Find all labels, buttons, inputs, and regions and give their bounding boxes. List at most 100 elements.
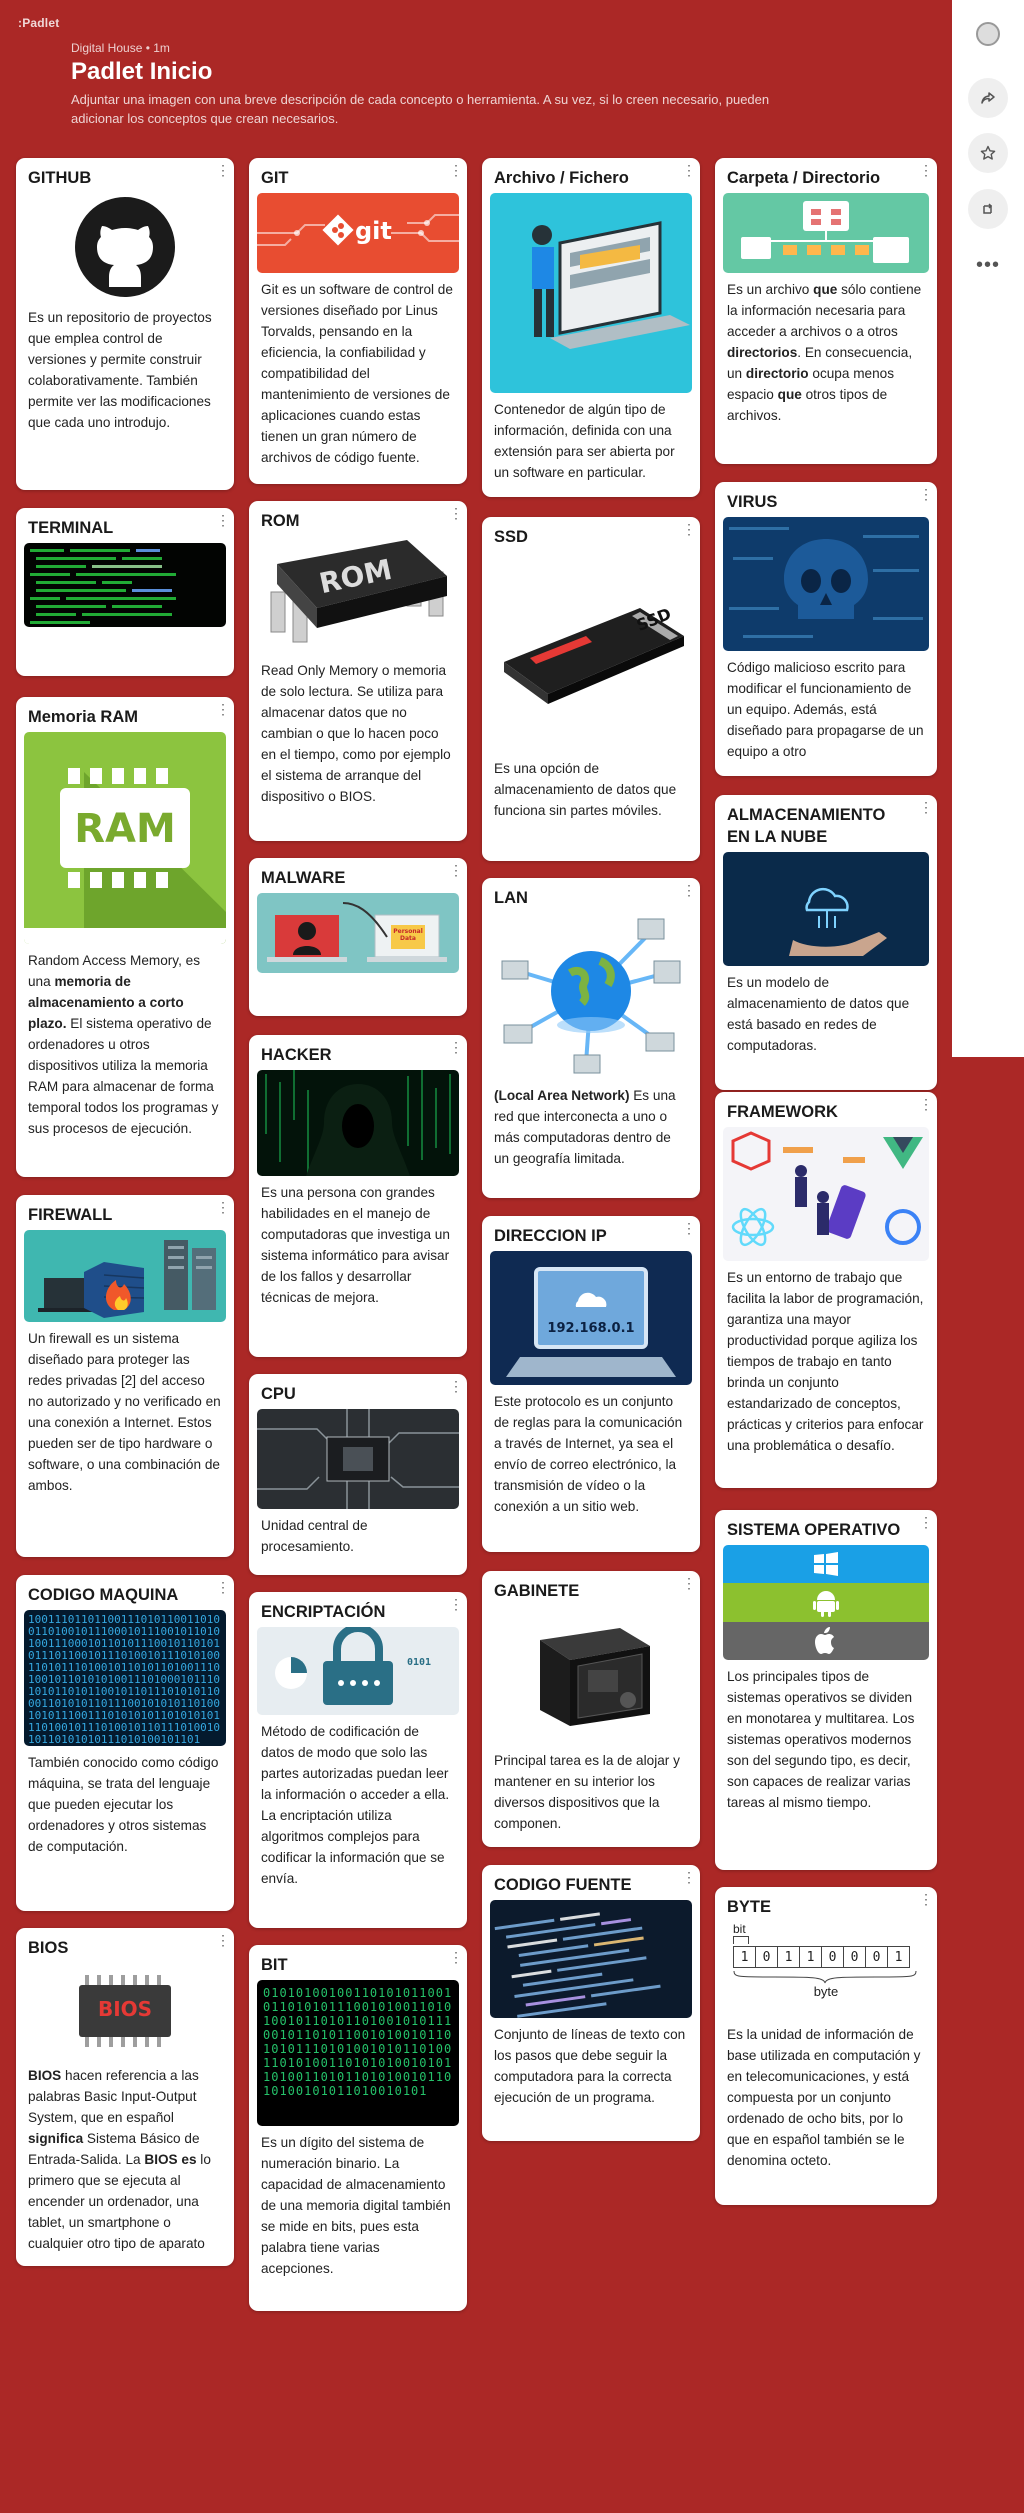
card-menu-icon[interactable]: ⋮ <box>682 1576 696 1590</box>
firewall-image <box>24 1230 226 1322</box>
card-rom[interactable]: ROM ⋮ ROM Read Only Memory o memoria de … <box>249 501 467 841</box>
card-lan[interactable]: LAN ⋮ (Local Area Network) Es una red qu… <box>482 878 700 1198</box>
card-menu-icon[interactable]: ⋮ <box>682 163 696 177</box>
binary-image: 1001110110110011101011001101001101001011… <box>24 1610 226 1746</box>
card-title: CPU <box>261 1385 296 1403</box>
card-codigo-fuente[interactable]: CODIGO FUENTE ⋮ Conjunto de líneas de te… <box>482 1865 700 2141</box>
card-text: Es un archivo que sólo contiene la infor… <box>727 282 922 423</box>
windows-icon <box>723 1545 929 1583</box>
cloud-storage-image <box>723 852 929 966</box>
card-text: Código malicioso escrito para modificar … <box>727 660 924 759</box>
byte-label: byte <box>813 1984 839 1999</box>
card-text: Los principales tipos de sistemas operat… <box>727 1669 915 1810</box>
card-menu-icon[interactable]: ⋮ <box>919 1097 933 1111</box>
card-text: Un firewall es un sistema diseñado para … <box>28 1331 221 1493</box>
star-icon[interactable] <box>968 133 1008 173</box>
android-icon <box>723 1583 929 1622</box>
card-title: DIRECCION IP <box>494 1227 607 1245</box>
bit-cell: 0 <box>755 1946 778 1968</box>
card-menu-icon[interactable]: ⋮ <box>919 163 933 177</box>
card-menu-icon[interactable]: ⋮ <box>919 487 933 501</box>
skull-code-image <box>723 517 929 651</box>
card-carpeta[interactable]: Carpeta / Directorio ⋮ Es un archivo que… <box>715 158 937 464</box>
card-menu-icon[interactable]: ⋮ <box>216 513 230 527</box>
card-text: Git es un software de control de version… <box>261 282 453 465</box>
card-menu-icon[interactable]: ⋮ <box>682 1221 696 1235</box>
page-description: Adjuntar una imagen con una breve descri… <box>71 92 770 126</box>
share-icon[interactable] <box>968 78 1008 118</box>
card-menu-icon[interactable]: ⋮ <box>216 1200 230 1214</box>
card-bios[interactable]: BIOS ⋮ BIOS BIOS hacen referencia a las … <box>16 1928 234 2266</box>
card-menu-icon[interactable]: ⋮ <box>682 522 696 536</box>
card-title: Archivo / Fichero <box>494 169 629 187</box>
card-byte[interactable]: BYTE ⋮ bit 10110001 byte Es la unidad de… <box>715 1887 937 2205</box>
card-text: Método de codificación de datos de modo … <box>261 1724 450 1886</box>
padlet-logo[interactable]: :Padlet <box>18 16 59 30</box>
card-nube[interactable]: ALMACENAMIENTO EN LA NUBE ⋮ Es un modelo… <box>715 795 937 1090</box>
card-so[interactable]: SISTEMA OPERATIVO ⋮ Los principales tipo… <box>715 1510 937 1870</box>
bit-cell: 1 <box>799 1946 822 1968</box>
lock-image: 0101 <box>257 1627 459 1715</box>
card-ram[interactable]: Memoria RAM ⋮ RAM Random Access Memory, … <box>16 697 234 1177</box>
card-menu-icon[interactable]: ⋮ <box>919 1515 933 1529</box>
card-menu-icon[interactable]: ⋮ <box>449 506 463 520</box>
os-logos-image <box>723 1545 929 1660</box>
card-codigo-maquina[interactable]: CODIGO MAQUINA ⋮ 10011101101100111010110… <box>16 1575 234 1911</box>
card-menu-icon[interactable]: ⋮ <box>449 1379 463 1393</box>
file-cabinet-image <box>490 193 692 393</box>
card-text: Es una opción de almacenamiento de datos… <box>494 761 677 818</box>
card-menu-icon[interactable]: ⋮ <box>216 1580 230 1594</box>
card-github[interactable]: GITHUB ⋮ Es un repositorio de proyectos … <box>16 158 234 490</box>
card-git[interactable]: GIT ⋮ git Git es un software de control … <box>249 158 467 484</box>
framework-logos-image <box>723 1127 929 1261</box>
card-title: Memoria RAM <box>28 708 139 726</box>
card-text: BIOS hacen referencia a las palabras Bas… <box>28 2068 211 2251</box>
card-title: GIT <box>261 169 289 187</box>
bit-cell: 0 <box>843 1946 866 1968</box>
ram-image: RAM <box>24 732 226 944</box>
card-virus[interactable]: VIRUS ⋮ Código malicioso escrito para mo… <box>715 482 937 776</box>
bit-cell: 0 <box>865 1946 888 1968</box>
card-menu-icon[interactable]: ⋮ <box>449 163 463 177</box>
card-malware[interactable]: MALWARE ⋮ Personal Data <box>249 858 467 1016</box>
card-title: ENCRIPTACIÓN <box>261 1603 386 1621</box>
card-hacker[interactable]: HACKER ⋮ Es una persona con grandes habi… <box>249 1035 467 1357</box>
card-menu-icon[interactable]: ⋮ <box>216 1933 230 1947</box>
card-menu-icon[interactable]: ⋮ <box>919 800 933 814</box>
card-menu-icon[interactable]: ⋮ <box>216 163 230 177</box>
card-archivo[interactable]: Archivo / Fichero ⋮ Contenedor de algún … <box>482 158 700 497</box>
card-menu-icon[interactable]: ⋮ <box>216 702 230 716</box>
card-menu-icon[interactable]: ⋮ <box>449 1040 463 1054</box>
cpu-image <box>257 1409 459 1509</box>
card-cpu[interactable]: CPU ⋮ Unidad central de procesamiento. <box>249 1374 467 1575</box>
card-menu-icon[interactable]: ⋮ <box>682 883 696 897</box>
card-menu-icon[interactable]: ⋮ <box>449 863 463 877</box>
card-title: SISTEMA OPERATIVO <box>727 1521 901 1539</box>
card-menu-icon[interactable]: ⋮ <box>449 1950 463 1964</box>
card-framework[interactable]: FRAMEWORK ⋮ Es un entorno de trabajo que… <box>715 1092 937 1488</box>
card-title: GITHUB <box>28 169 92 187</box>
card-ssd[interactable]: SSD ⋮ SSD Es una opción de almacenamient… <box>482 517 700 861</box>
card-text: Contenedor de algún tipo de información,… <box>494 402 675 480</box>
card-text: Unidad central de procesamiento. <box>261 1518 368 1554</box>
card-bit[interactable]: BIT ⋮ 0101010010011010101100101101010111… <box>249 1945 467 2311</box>
card-gabinete[interactable]: GABINETE ⋮ Principal tarea es la de aloj… <box>482 1571 700 1847</box>
bit-cells: 10110001 <box>733 1946 910 1968</box>
remix-icon[interactable] <box>968 189 1008 229</box>
card-menu-icon[interactable]: ⋮ <box>919 1892 933 1906</box>
ssd-image: SSD <box>490 552 692 752</box>
card-menu-icon[interactable]: ⋮ <box>682 1870 696 1884</box>
more-icon[interactable]: ••• <box>968 245 1008 285</box>
avatar[interactable] <box>976 22 1000 46</box>
malware-image: Personal Data <box>257 893 459 973</box>
card-text: (Local Area Network) Es una red que inte… <box>494 1088 676 1166</box>
card-encriptacion[interactable]: ENCRIPTACIÓN ⋮ 0101 Método de codificaci… <box>249 1592 467 1928</box>
card-menu-icon[interactable]: ⋮ <box>449 1597 463 1611</box>
card-firewall[interactable]: FIREWALL ⋮ Un firewall es un sistema dis… <box>16 1195 234 1557</box>
github-logo-icon <box>24 193 226 301</box>
card-text: Este protocolo es un conjunto de reglas … <box>494 1394 683 1514</box>
card-title: CODIGO MAQUINA <box>28 1586 179 1604</box>
card-ip[interactable]: DIRECCION IP ⋮ 192.168.0.1 Este protocol… <box>482 1216 700 1552</box>
card-title: BIOS <box>28 1939 69 1957</box>
card-terminal[interactable]: TERMINAL ⋮ <box>16 508 234 676</box>
